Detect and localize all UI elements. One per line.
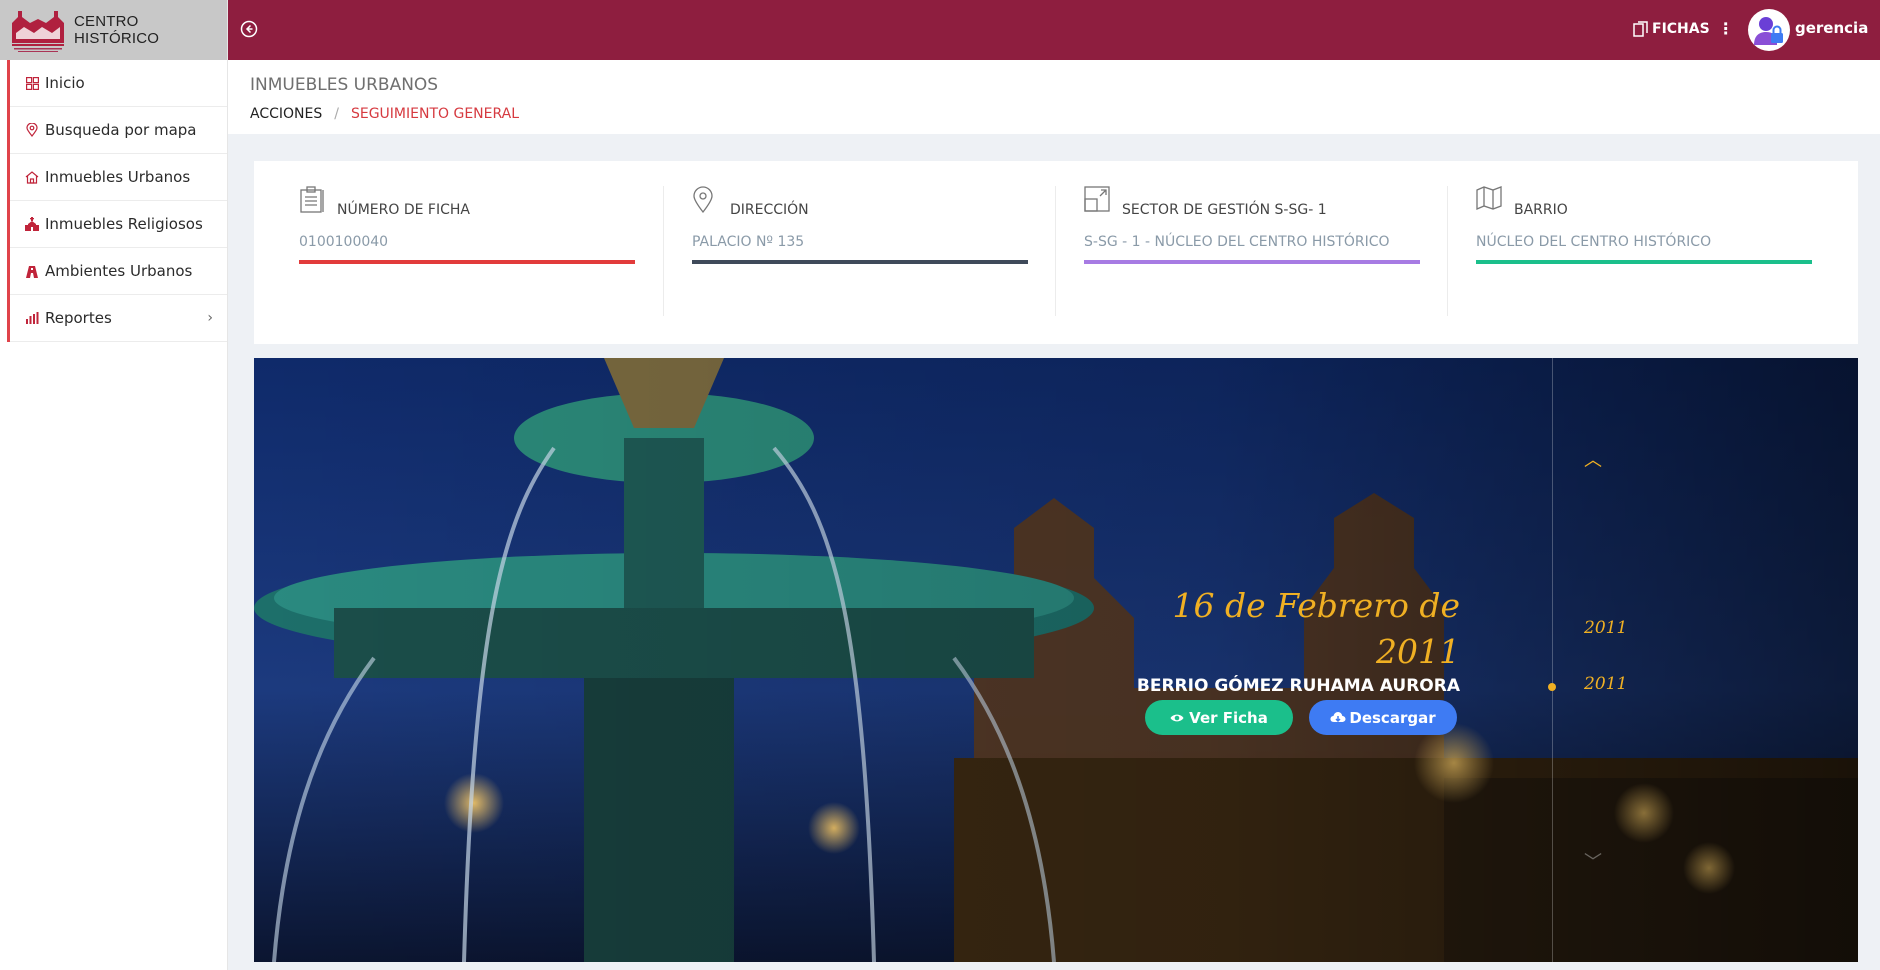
info-accent-bar [1476,260,1812,264]
descargar-label: Descargar [1349,708,1436,727]
info-barrio: BARRIO NÚCLEO DEL CENTRO HISTÓRICO [1447,186,1839,316]
clipboard-icon [299,186,325,214]
sidebar-menu: Inicio Busqueda por mapa Inmuebles Urban… [7,60,227,342]
more-vertical-icon[interactable]: ⋮ [1718,19,1734,38]
hero-date-line: 16 de Febrero de [1172,586,1460,625]
sidebar-item-reportes[interactable]: Reportes › [10,295,227,342]
sidebar-item-label: Inicio [45,74,85,92]
breadcrumb-separator: / [334,106,339,122]
info-direccion: DIRECCIÓN PALACIO Nº 135 [663,186,1055,316]
info-accent-bar [692,260,1028,264]
info-label: BARRIO [1514,202,1568,218]
sidebar-item-label: Reportes [45,309,112,327]
info-value: 0100100040 [299,234,389,250]
topbar: FICHAS ⋮ gerencia [228,0,1880,60]
sidebar-item-inmuebles-urbanos[interactable]: Inmuebles Urbanos [10,154,227,201]
info-accent-bar [299,260,635,264]
timeline-active-dot [1548,683,1556,691]
brand[interactable]: CENTRO HISTÓRICO [0,0,227,60]
hero-owner-name: BERRIO GÓMEZ RUHAMA AURORA [1136,676,1460,696]
map-pin-icon [692,186,718,214]
timeline-year-active[interactable]: 2011 [1584,674,1627,694]
plaza-fountain-photo [254,358,1858,962]
info-value: PALACIO Nº 135 [692,234,805,250]
info-label: DIRECCIÓN [730,202,809,218]
info-label: NÚMERO DE FICHA [337,202,470,218]
ver-ficha-button[interactable]: Ver Ficha [1145,700,1293,735]
info-sector-gestion: SECTOR DE GESTIÓN S-SG- 1 S-SG - 1 - NÚC… [1055,186,1447,316]
sidebar-item-label: Inmuebles Urbanos [45,168,191,186]
fichas-menu-button[interactable]: FICHAS ⋮ [1633,19,1734,38]
info-value: S-SG - 1 - NÚCLEO DEL CENTRO HISTÓRICO [1084,234,1390,250]
breadcrumb: ACCIONES / SEGUIMIENTO GENERAL [250,106,519,122]
sidebar-item-inicio[interactable]: Inicio [10,60,227,107]
page-title: INMUEBLES URBANOS [250,75,439,95]
arrow-left-circle-icon[interactable] [240,20,258,38]
church-icon [24,216,40,232]
map-icon [1476,186,1502,214]
brand-name: CENTRO HISTÓRICO [74,13,160,47]
fichas-label: FICHAS [1652,20,1710,37]
timeline-hero: ︿ ﹀ 2011 2011 16 de Febrero de 2011 BERR… [254,358,1858,962]
sidebar-item-ambientes-urbanos[interactable]: Ambientes Urbanos [10,248,227,295]
documents-icon [1633,20,1649,37]
info-label: SECTOR DE GESTIÓN S-SG- 1 [1122,202,1327,218]
breadcrumb-item[interactable]: ACCIONES [250,106,322,122]
cloud-download-icon [1330,711,1346,725]
hero-date: 16 de Febrero de 2011 [1140,583,1460,675]
chevron-up-icon[interactable]: ︿ [1584,446,1602,472]
cusco-cathedral-logo-icon [8,5,68,55]
timeline-year[interactable]: 2011 [1584,618,1627,638]
sidebar-item-label: Ambientes Urbanos [45,262,193,280]
breadcrumb-item-active: SEGUIMIENTO GENERAL [350,106,520,122]
sidebar-item-label: Inmuebles Religiosos [45,215,203,233]
sidebar-item-busqueda-mapa[interactable]: Busqueda por mapa [10,107,227,154]
info-numero-ficha: NÚMERO DE FICHA 0100100040 [299,186,635,316]
home-icon [24,169,40,185]
ver-ficha-label: Ver Ficha [1189,708,1268,727]
sidebar-item-inmuebles-religiosos[interactable]: Inmuebles Religiosos [10,201,227,248]
info-value: NÚCLEO DEL CENTRO HISTÓRICO [1476,234,1712,250]
ficha-info-card: NÚMERO DE FICHA 0100100040 DIRECCIÓN PAL… [254,161,1858,344]
avatar[interactable] [1748,9,1790,51]
descargar-button[interactable]: Descargar [1309,700,1457,735]
sidebar: CENTRO HISTÓRICO Inicio Busqueda por map… [0,0,228,970]
info-accent-bar [1084,260,1420,264]
username[interactable]: gerencia [1795,19,1868,37]
sidebar-item-label: Busqueda por mapa [45,121,197,139]
page-header: INMUEBLES URBANOS ACCIONES / SEGUIMIENTO… [228,60,1880,134]
grid-icon [24,75,40,91]
chevron-down-icon[interactable]: ﹀ [1584,848,1602,874]
map-pin-icon [24,122,40,138]
eye-icon [1170,711,1184,725]
resize-icon [1084,186,1110,214]
timeline-line [1552,358,1553,962]
building-icon [24,263,40,279]
chevron-right-icon: › [207,310,213,326]
bar-chart-icon [24,310,40,326]
hero-date-line: 2011 [1376,632,1460,671]
